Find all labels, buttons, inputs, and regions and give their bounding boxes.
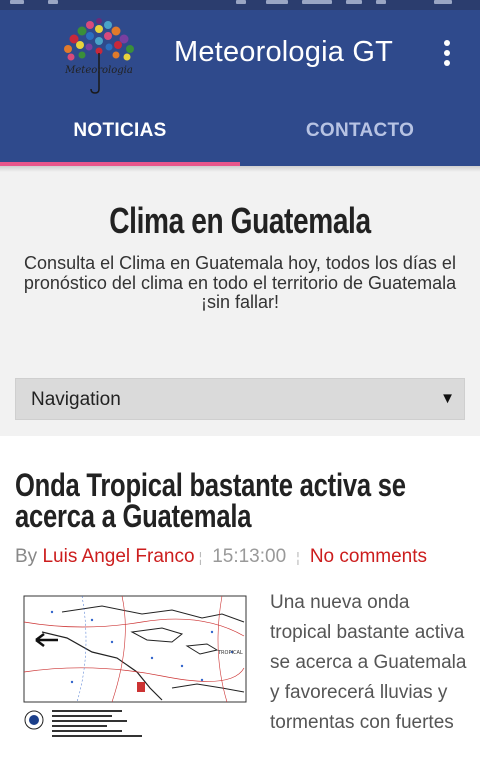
post-title[interactable]: Onda Tropical bastante activa se acerca … <box>15 469 463 532</box>
tab-noticias[interactable]: NOTICIAS <box>0 106 240 166</box>
site-title[interactable]: Clima en Guatemala <box>53 200 427 242</box>
overflow-menu-icon[interactable] <box>432 36 462 70</box>
by-label: By <box>15 546 38 567</box>
wifi-icon <box>302 0 332 4</box>
comments-link[interactable]: No comments <box>310 546 427 567</box>
tab-bar: NOTICIAS CONTACTO <box>0 106 480 166</box>
app-bar: Meteorologia Meteorologia GT NOTICIAS CO… <box>0 10 480 166</box>
battery-icon <box>346 0 362 4</box>
weather-map-image[interactable]: TROPICAL <box>22 592 250 756</box>
meta-separator: ¦ <box>296 549 300 565</box>
notification-icon <box>48 0 58 4</box>
author-link[interactable]: Luis Angel Franco <box>42 546 194 567</box>
header-shadow <box>0 166 480 172</box>
post-time: 15:13:00 <box>212 546 287 567</box>
navigation-select[interactable]: Navigation ▼ <box>15 378 465 420</box>
post-excerpt: Una nueva onda tropical bastante activa … <box>270 592 467 733</box>
status-bar <box>0 0 480 10</box>
logo-text: Meteorologia <box>64 65 133 76</box>
clock-icon <box>376 0 386 4</box>
svg-text:TROPICAL: TROPICAL <box>217 650 243 656</box>
time-icon <box>434 0 452 4</box>
notification-icon <box>10 0 24 4</box>
signal-icon <box>266 0 288 4</box>
post-meta: By Luis Angel Franco ¦ 15:13:00 ¦ No comment… <box>15 546 427 568</box>
tab-contacto[interactable]: CONTACTO <box>240 106 480 166</box>
navigation-selected-value: Navigation <box>31 389 121 410</box>
signal-icon <box>236 0 246 4</box>
meta-separator: ¦ <box>198 549 203 565</box>
umbrella-logo-icon[interactable]: Meteorologia <box>60 13 138 95</box>
site-description: Consulta el Clima en Guatemala hoy, todo… <box>23 253 457 312</box>
dropdown-arrow-icon: ▼ <box>440 390 455 407</box>
app-title: Meteorologia GT <box>174 36 393 68</box>
